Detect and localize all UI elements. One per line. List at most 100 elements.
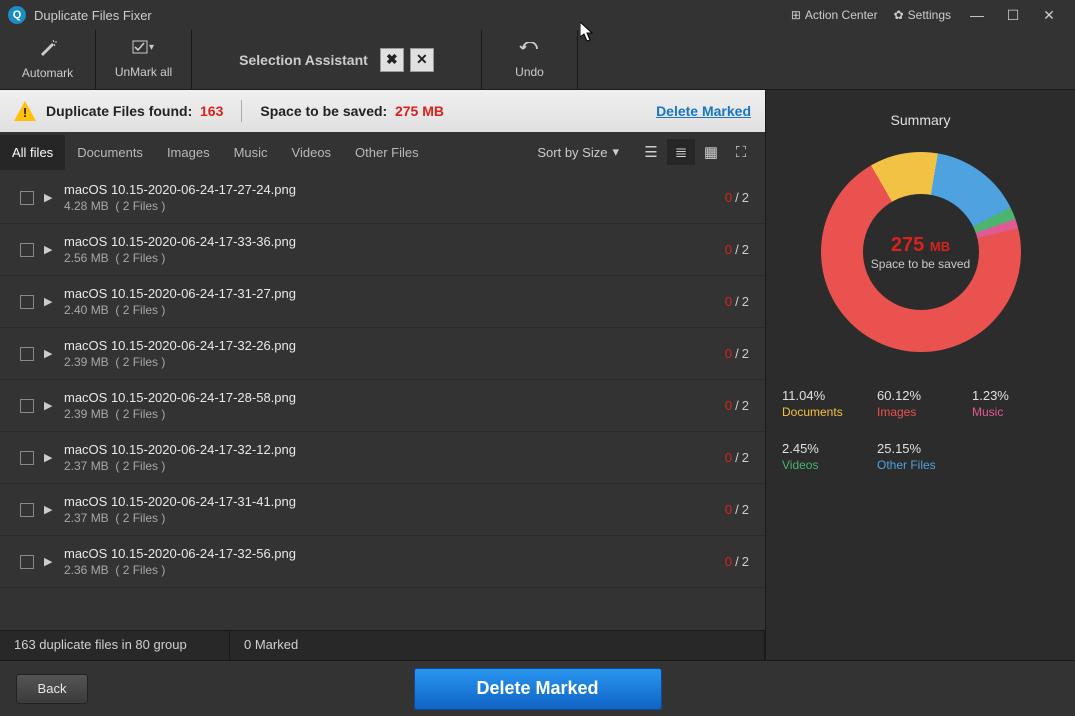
file-name: macOS 10.15-2020-06-24-17-33-36.png xyxy=(64,234,725,249)
file-row[interactable]: ▶macOS 10.15-2020-06-24-17-33-36.png2.56… xyxy=(0,224,765,276)
space-saved-label: Space to be saved: xyxy=(260,103,387,119)
breakdown-item: 1.23% Music xyxy=(972,388,1059,419)
tab-music[interactable]: Music xyxy=(222,135,280,170)
checkbox[interactable] xyxy=(20,503,34,517)
breakdown-item: 2.45%Videos xyxy=(782,441,869,472)
file-name: macOS 10.15-2020-06-24-17-28-58.png xyxy=(64,390,725,405)
file-row[interactable]: ▶ macOS 10.15-2020-06-24-17-28-58.png 2.39… xyxy=(0,380,765,432)
status-marked-count: 0 Marked xyxy=(230,631,765,660)
checkbox[interactable] xyxy=(20,555,34,569)
footer-bar: Back Delete Marked xyxy=(0,660,1075,716)
expand-icon[interactable]: ▶ xyxy=(44,243,54,256)
breakdown-label: Other Files xyxy=(877,458,964,472)
action-center-label: Action Center xyxy=(805,8,878,22)
file-marked-count: 0/2 xyxy=(725,554,749,569)
checkbox[interactable] xyxy=(20,399,34,413)
expand-icon[interactable]: ▶ xyxy=(44,399,54,412)
tab-other-files[interactable]: Other Files xyxy=(343,135,431,170)
titlebar: Q Duplicate Files Fixer ⊞ Action Center … xyxy=(0,0,1075,30)
file-marked-count: 0/2 xyxy=(725,242,749,257)
file-marked-count: 0/2 xyxy=(725,450,749,465)
space-saved-value: 275 MB xyxy=(395,103,444,119)
donut-center-label: Space to be saved xyxy=(871,257,970,271)
file-meta: 2.36 MB ( 2 Files ) xyxy=(64,563,725,577)
delete-marked-link[interactable]: Delete Marked xyxy=(656,103,751,119)
checkbox[interactable] xyxy=(20,191,34,205)
summary-pane: Summary 275 MB Space to be saved 11.04%D… xyxy=(766,90,1075,660)
delete-marked-button[interactable]: Delete Marked xyxy=(414,668,662,710)
checkbox[interactable] xyxy=(20,347,34,361)
wand-icon xyxy=(38,39,58,62)
settings-button[interactable]: ✿ Settings xyxy=(886,4,959,26)
tab-images[interactable]: Images xyxy=(155,135,222,170)
close-button[interactable]: ✕ xyxy=(1031,3,1067,27)
file-row[interactable]: ▶ macOS 10.15-2020-06-24-17-32-56.png 2.36… xyxy=(0,536,765,588)
view-list-icon[interactable]: ☰ xyxy=(637,139,665,165)
undo-icon xyxy=(519,40,541,61)
file-marked-count: 0/2 xyxy=(725,190,749,205)
svg-text:▾: ▾ xyxy=(149,42,154,53)
expand-icon[interactable]: ▶ xyxy=(44,503,54,516)
checkbox[interactable] xyxy=(20,243,34,257)
chevron-down-icon: ▾ xyxy=(612,144,619,160)
breakdown-label: Documents xyxy=(782,405,869,419)
checkbox[interactable] xyxy=(20,295,34,309)
file-row[interactable]: ▶ macOS 10.15-2020-06-24-17-32-26.png 2.39… xyxy=(0,328,765,380)
view-detail-icon[interactable]: ≣ xyxy=(667,139,695,165)
expand-icon[interactable]: ▶ xyxy=(44,451,54,464)
file-name: macOS 10.15-2020-06-24-17-32-26.png xyxy=(64,338,725,353)
tab-videos[interactable]: Videos xyxy=(280,135,344,170)
file-marked-count: 0/2 xyxy=(725,346,749,361)
settings-label: Settings xyxy=(908,8,951,22)
file-meta: 4.28 MB ( 2 Files ) xyxy=(64,199,725,213)
file-name: macOS 10.15-2020-06-24-17-32-56.png xyxy=(64,546,725,561)
minimize-button[interactable]: — xyxy=(959,3,995,27)
tab-documents[interactable]: Documents xyxy=(65,135,155,170)
gear-icon: ✿ xyxy=(894,8,904,22)
checkbox[interactable] xyxy=(20,451,34,465)
automark-label: Automark xyxy=(22,66,73,80)
status-bar: 163 duplicate files in 80 group 0 Marked xyxy=(0,630,765,660)
donut-center-value: 275 xyxy=(891,234,924,256)
unmark-all-button[interactable]: ▾ UnMark all xyxy=(96,30,192,89)
breakdown-pct: 1.23% xyxy=(972,388,1059,403)
file-marked-count: 0/2 xyxy=(725,398,749,413)
expand-icon[interactable]: ▶ xyxy=(44,555,54,568)
selection-assistant-label: Selection Assistant xyxy=(239,52,368,68)
maximize-button[interactable]: ☐ xyxy=(995,3,1031,27)
fullscreen-icon[interactable]: ⛶ xyxy=(727,139,755,165)
results-pane: ! Duplicate Files found: 163 Space to be… xyxy=(0,90,766,660)
undo-button[interactable]: Undo xyxy=(482,30,578,89)
file-name: macOS 10.15-2020-06-24-17-31-41.png xyxy=(64,494,725,509)
back-button[interactable]: Back xyxy=(16,674,88,704)
toolbar: Automark ▾ UnMark all Selection Assistan… xyxy=(0,30,1075,90)
file-row[interactable]: ▶macOS 10.15-2020-06-24-17-32-12.png2.37… xyxy=(0,432,765,484)
sort-button[interactable]: Sort by Size ▾ xyxy=(537,144,619,160)
selection-assistant-button[interactable]: Selection Assistant ✖ ✕ xyxy=(192,30,482,89)
breakdown-label: Images xyxy=(877,405,964,419)
file-name: macOS 10.15-2020-06-24-17-27-24.png xyxy=(64,182,725,197)
expand-icon[interactable]: ▶ xyxy=(44,295,54,308)
file-meta: 2.39 MB ( 2 Files ) xyxy=(64,355,725,369)
file-meta: 2.39 MB ( 2 Files ) xyxy=(64,407,725,421)
expand-icon[interactable]: ▶ xyxy=(44,191,54,204)
tab-all-files[interactable]: All files xyxy=(0,135,65,170)
breakdown-pct: 11.04% xyxy=(782,388,869,403)
file-meta: 2.37 MB ( 2 Files ) xyxy=(64,511,725,525)
file-row[interactable]: ▶macOS 10.15-2020-06-24-17-31-27.png2.40… xyxy=(0,276,765,328)
sort-label: Sort by Size xyxy=(537,145,607,160)
breakdown-label: Music xyxy=(972,405,1059,419)
file-list[interactable]: ▶ macOS 10.15-2020-06-24-17-27-24.png 4.28… xyxy=(0,172,765,630)
summary-donut-chart: 275 MB Space to be saved xyxy=(821,152,1021,352)
file-row[interactable]: ▶ macOS 10.15-2020-06-24-17-31-41.png 2.37… xyxy=(0,484,765,536)
automark-button[interactable]: Automark xyxy=(0,30,96,89)
file-marked-count: 0/2 xyxy=(725,294,749,309)
info-bar: ! Duplicate Files found: 163 Space to be… xyxy=(0,90,765,132)
expand-icon[interactable]: ▶ xyxy=(44,347,54,360)
tools-icon-1: ✖ xyxy=(380,48,404,72)
file-row[interactable]: ▶ macOS 10.15-2020-06-24-17-27-24.png 4.28… xyxy=(0,172,765,224)
view-grid-icon[interactable]: ▦ xyxy=(697,139,725,165)
file-meta: 2.37 MB ( 2 Files ) xyxy=(64,459,725,473)
action-center-button[interactable]: ⊞ Action Center xyxy=(783,4,886,26)
grid-icon: ⊞ xyxy=(791,8,801,22)
